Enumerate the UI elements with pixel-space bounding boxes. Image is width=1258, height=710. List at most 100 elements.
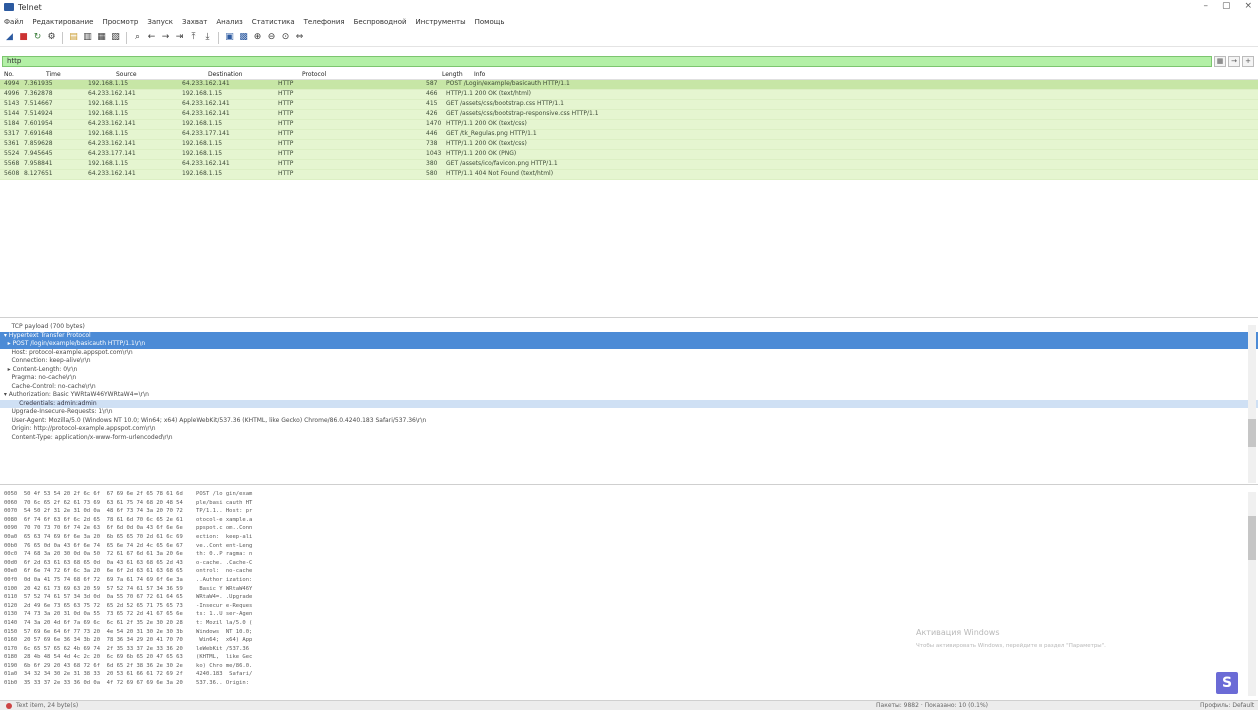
detail-line[interactable]: Content-Type: application/x-www-form-url…: [0, 434, 1258, 443]
tree-expander[interactable]: [0, 349, 11, 356]
menu-analyze[interactable]: Анализ: [216, 18, 242, 26]
zoom-normal-icon[interactable]: ⊙: [280, 32, 291, 43]
col-header-length[interactable]: Length: [442, 71, 472, 78]
packet-row[interactable]: 5317 7.691648 192.168.1.15 64.233.177.141 HT…: [0, 130, 1258, 140]
hex-dump-line[interactable]: 00f0 0d 0a 41 75 74 68 6f 72 69 7a 61 74…: [0, 576, 1258, 585]
detail-line[interactable]: Upgrade-Insecure-Requests: 1\r\n: [0, 408, 1258, 417]
col-header-protocol[interactable]: Protocol: [302, 71, 342, 78]
detail-line[interactable]: Host: protocol-example.appspot.com\r\n: [0, 349, 1258, 358]
hex-dump-line[interactable]: 01a0 34 32 34 30 2e 31 38 33 20 53 61 66…: [0, 670, 1258, 679]
detail-line[interactable]: Connection: keep-alive\r\n: [0, 357, 1258, 366]
menu-telephony[interactable]: Телефония: [304, 18, 345, 26]
menu-help[interactable]: Помощь: [475, 18, 505, 26]
hex-dump-line[interactable]: 00a0 65 63 74 69 6f 6e 3a 20 6b 65 65 70…: [0, 533, 1258, 542]
col-header-time[interactable]: Time: [46, 71, 106, 78]
shark-fin-icon[interactable]: ◢: [4, 32, 15, 43]
close-file-icon[interactable]: ▦: [96, 32, 107, 43]
tree-expander[interactable]: [0, 357, 11, 364]
menu-go[interactable]: Запуск: [147, 18, 173, 26]
hex-dump-line[interactable]: 0060 70 6c 65 2f 62 61 73 69 63 61 75 74…: [0, 499, 1258, 508]
tree-expander[interactable]: [0, 400, 19, 407]
tree-expander[interactable]: [0, 425, 11, 432]
corner-app-badge[interactable]: S: [1216, 672, 1238, 694]
detail-line[interactable]: Pragma: no-cache\r\n: [0, 374, 1258, 383]
find-icon[interactable]: ⌕: [132, 32, 143, 43]
hex-dump-line[interactable]: 0090 70 70 73 70 6f 74 2e 63 6f 6d 0d 0a…: [0, 524, 1258, 533]
bytes-scrollbar-thumb[interactable]: [1248, 516, 1256, 560]
hex-dump-line[interactable]: 0050 50 4f 53 54 20 2f 6c 6f 67 69 6e 2f…: [0, 490, 1258, 499]
detail-line[interactable]: Cache-Control: no-cache\r\n: [0, 383, 1258, 392]
hex-dump-line[interactable]: 0130 74 73 3a 20 31 0d 0a 55 73 65 72 2d…: [0, 610, 1258, 619]
hex-dump-line[interactable]: 0140 74 3a 20 4d 6f 7a 69 6c 6c 61 2f 35…: [0, 619, 1258, 628]
filter-add-button[interactable]: +: [1242, 56, 1254, 67]
hex-dump-line[interactable]: 0120 2d 49 6e 73 65 63 75 72 65 2d 52 65…: [0, 602, 1258, 611]
detail-line[interactable]: TCP payload (700 bytes): [0, 323, 1258, 332]
filter-bookmark-button[interactable]: ▦: [1214, 56, 1226, 67]
menu-capture[interactable]: Захват: [182, 18, 207, 26]
packet-row[interactable]: 5361 7.859628 64.233.162.141 192.168.1.15 HT…: [0, 140, 1258, 150]
display-filter-input[interactable]: http: [2, 56, 1212, 67]
menu-file[interactable]: Файл: [4, 18, 23, 26]
tree-expander[interactable]: ▾: [0, 332, 9, 339]
tree-expander[interactable]: ▸: [0, 366, 13, 373]
zoom-out-icon[interactable]: ⊖: [266, 32, 277, 43]
menu-tools[interactable]: Инструменты: [416, 18, 466, 26]
status-profile[interactable]: Профиль: Default: [1200, 702, 1254, 709]
autoscroll-icon[interactable]: ▣: [224, 32, 235, 43]
last-icon[interactable]: ⤓: [202, 32, 213, 43]
detail-line[interactable]: ▸ Content-Length: 0\r\n: [0, 366, 1258, 375]
packet-row[interactable]: 4996 7.362878 64.233.162.141 192.168.1.15 HT…: [0, 90, 1258, 100]
open-icon[interactable]: ▤: [68, 32, 79, 43]
detail-line[interactable]: ▸ POST /login/example/basicauth HTTP/1.1…: [0, 340, 1258, 349]
tree-expander[interactable]: [0, 417, 11, 424]
col-header-destination[interactable]: Destination: [208, 71, 298, 78]
reload-icon[interactable]: ▧: [110, 32, 121, 43]
hex-dump-line[interactable]: 00e0 6f 6e 74 72 6f 6c 3a 20 6e 6f 2d 63…: [0, 567, 1258, 576]
tree-expander[interactable]: [0, 434, 11, 441]
details-scrollbar-thumb[interactable]: [1248, 419, 1256, 447]
colorize-icon[interactable]: ▩: [238, 32, 249, 43]
packet-row[interactable]: 5184 7.601954 64.233.162.141 192.168.1.15 HT…: [0, 120, 1258, 130]
tree-expander[interactable]: [0, 383, 11, 390]
detail-line[interactable]: Origin: http://protocol-example.appspot.…: [0, 425, 1258, 434]
hex-dump-line[interactable]: 0080 6f 74 6f 63 6f 6c 2d 65 78 61 6d 70…: [0, 516, 1258, 525]
menu-view[interactable]: Просмотр: [102, 18, 138, 26]
stop-icon[interactable]: ■: [18, 32, 29, 43]
maximize-button[interactable]: ▢: [1222, 1, 1231, 11]
packet-row[interactable]: 4994 7.361935 192.168.1.15 64.233.162.141 HT…: [0, 80, 1258, 90]
hex-dump-line[interactable]: 00c0 74 68 3a 20 30 0d 0a 50 72 61 67 6d…: [0, 550, 1258, 559]
goto-icon[interactable]: ⇥: [174, 32, 185, 43]
restart-icon[interactable]: ↻: [32, 32, 43, 43]
hex-dump-line[interactable]: 0190 6b 6f 29 20 43 68 72 6f 6d 65 2f 38…: [0, 662, 1258, 671]
menu-wireless[interactable]: Беспроводной: [354, 18, 407, 26]
hex-dump-line[interactable]: 0070 54 50 2f 31 2e 31 0d 0a 48 6f 73 74…: [0, 507, 1258, 516]
packet-row[interactable]: 5524 7.945645 64.233.177.141 192.168.1.15 HT…: [0, 150, 1258, 160]
options-icon[interactable]: ⚙: [46, 32, 57, 43]
packet-row[interactable]: 5143 7.514667 192.168.1.15 64.233.162.141 HT…: [0, 100, 1258, 110]
menu-edit[interactable]: Редактирование: [32, 18, 93, 26]
hex-dump-line[interactable]: 0100 20 42 61 73 69 63 20 59 57 52 74 61…: [0, 585, 1258, 594]
detail-line[interactable]: ▾ Authorization: Basic YWRtaW46YWRtaW4=\…: [0, 391, 1258, 400]
tree-expander[interactable]: [0, 408, 11, 415]
hex-dump-line[interactable]: 00b0 76 65 0d 0a 43 6f 6e 74 65 6e 74 2d…: [0, 542, 1258, 551]
packet-row[interactable]: 5608 8.127651 64.233.162.141 192.168.1.15 HT…: [0, 170, 1258, 180]
save-icon[interactable]: ▥: [82, 32, 93, 43]
close-button[interactable]: ×: [1244, 1, 1252, 11]
detail-line[interactable]: User-Agent: Mozilla/5.0 (Windows NT 10.0…: [0, 417, 1258, 426]
col-header-no[interactable]: No.: [4, 71, 44, 78]
col-header-source[interactable]: Source: [116, 71, 206, 78]
tree-expander[interactable]: ▸: [0, 340, 13, 347]
hex-dump-line[interactable]: 0180 28 4b 48 54 4d 4c 2c 20 6c 69 6b 65…: [0, 653, 1258, 662]
col-header-info[interactable]: Info: [474, 71, 1174, 78]
menu-statistics[interactable]: Статистика: [252, 18, 295, 26]
zoom-in-icon[interactable]: ⊕: [252, 32, 263, 43]
tree-expander[interactable]: ▾: [0, 391, 9, 398]
details-scrollbar[interactable]: [1248, 325, 1256, 483]
packet-row[interactable]: 5144 7.514924 192.168.1.15 64.233.162.141 HT…: [0, 110, 1258, 120]
back-icon[interactable]: ←: [146, 32, 157, 43]
expert-info-icon[interactable]: [6, 702, 12, 709]
filter-apply-button[interactable]: →: [1228, 56, 1240, 67]
minimize-button[interactable]: –: [1203, 1, 1208, 11]
first-icon[interactable]: ⤒: [188, 32, 199, 43]
tree-expander[interactable]: [0, 374, 11, 381]
